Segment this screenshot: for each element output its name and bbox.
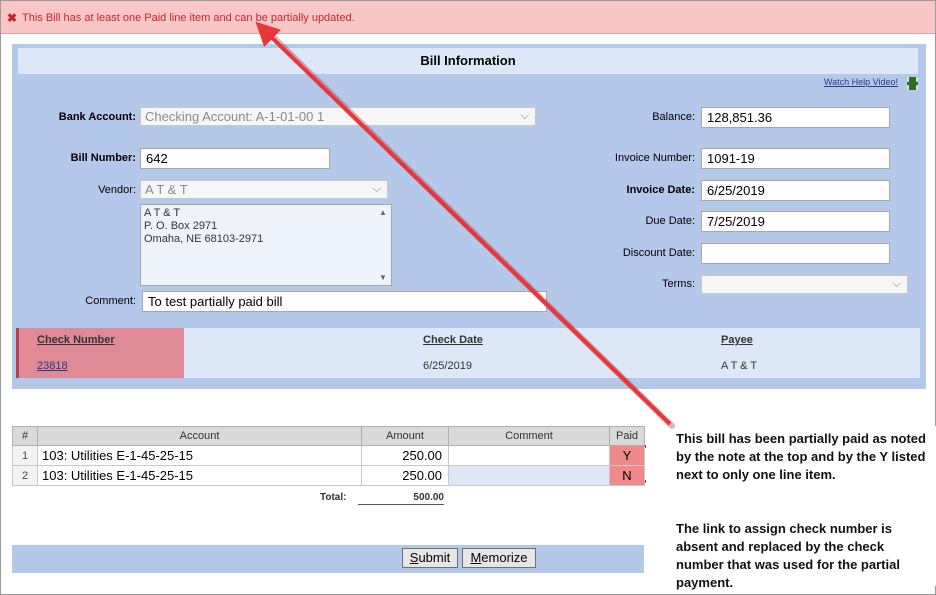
annotation-arrow xyxy=(255,21,675,429)
